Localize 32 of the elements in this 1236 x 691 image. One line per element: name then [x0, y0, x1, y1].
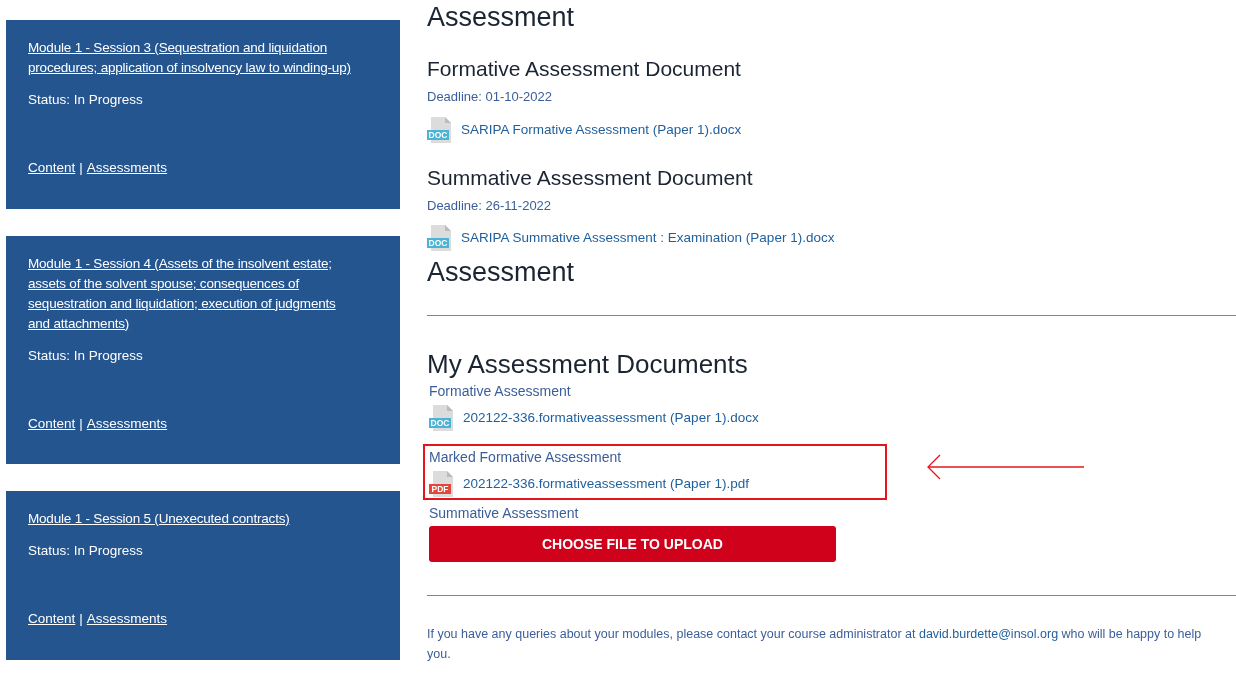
- content-link[interactable]: Content: [28, 413, 76, 434]
- document-heading: Summative Assessment Document: [427, 164, 754, 190]
- email-link[interactable]: david.burdette@insol.org: [918, 627, 1059, 642]
- content-link[interactable]: Content: [28, 609, 76, 630]
- assessments-link[interactable]: Assessments: [86, 609, 168, 630]
- file-link[interactable]: 202122-336.formativeassessment (Paper 1).docx: [463, 408, 759, 429]
- module-title-link[interactable]: Module 1 - Session 3 (Sequestration and liquidation procedures; application of insolvency law to winding-up): [28, 38, 360, 78]
- separator-text: |: [79, 610, 83, 629]
- assessments-link[interactable]: Assessments: [86, 158, 168, 179]
- status-text: Status: In Progress: [28, 542, 144, 560]
- module-title-link[interactable]: Module 1 - Session 5 (Unexecuted contracts): [28, 509, 360, 529]
- group-label: Summative Assessment: [429, 504, 580, 524]
- documents-heading: My Assessment Documents: [427, 350, 749, 379]
- content-link[interactable]: Content: [28, 158, 76, 179]
- upload-button[interactable]: CHOOSE FILE TO UPLOAD: [429, 526, 836, 563]
- file-link[interactable]: SARIPA Summative Assessment : Examination (Paper 1).docx: [461, 228, 835, 249]
- group-label: Marked Formative Assessment: [429, 448, 623, 468]
- group-label: Formative Assessment: [429, 382, 572, 402]
- status-text: Status: In Progress: [28, 346, 144, 365]
- document-heading: Formative Assessment Document: [427, 56, 742, 82]
- separator-text: |: [79, 414, 83, 433]
- module-title-link[interactable]: Module 1 - Session 4 (Assets of the insolvent estate; assets of the solvent spouse; consequences of sequestration and liquidation; execution of judgments and attachments): [28, 253, 360, 334]
- section-heading: Assessment: [427, 256, 576, 290]
- file-link[interactable]: 202122-336.formativeassessment (Paper 1).pdf: [463, 474, 749, 495]
- deadline-text: Deadline: 26-11-2022: [427, 196, 553, 215]
- status-text: Status: In Progress: [28, 91, 144, 109]
- section-heading: Assessment: [427, 1, 576, 34]
- deadline-text: Deadline: 01-10-2022: [427, 88, 554, 107]
- help-paragraph: If you have any queries about your modules, please contact your course administrator at david.burdette@insol.org who will be happy to help you.: [427, 626, 1203, 664]
- assessments-link[interactable]: Assessments: [86, 413, 168, 434]
- file-link[interactable]: SARIPA Formative Assessment (Paper 1).docx: [461, 119, 742, 140]
- separator-text: |: [79, 159, 83, 178]
